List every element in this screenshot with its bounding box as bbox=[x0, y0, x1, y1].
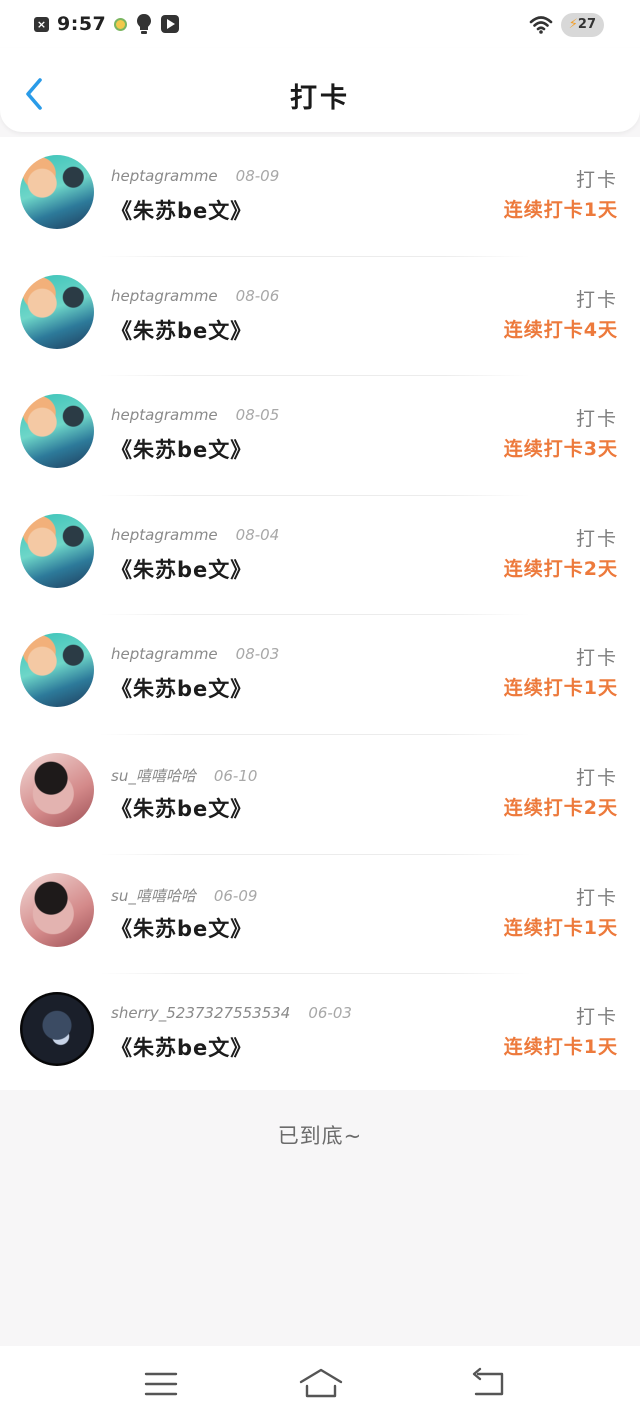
username[interactable]: heptagramme bbox=[111, 287, 218, 305]
video-app-icon bbox=[161, 15, 180, 33]
home-icon[interactable] bbox=[298, 1366, 344, 1402]
username[interactable]: su_嘻嘻哈哈 bbox=[111, 765, 196, 786]
streak-label: 连续打卡1天 bbox=[503, 916, 618, 939]
avatar[interactable] bbox=[20, 513, 94, 588]
checkin-action-label: 打卡 bbox=[575, 288, 618, 311]
wifi-icon bbox=[529, 16, 553, 34]
checkin-date: 08-04 bbox=[235, 525, 280, 544]
system-nav-bar bbox=[0, 1346, 640, 1422]
book-title: 《朱苏be文》 bbox=[111, 557, 253, 582]
user-line: heptagramme 08-05 bbox=[111, 406, 279, 424]
checkin-action-label: 打卡 bbox=[575, 647, 618, 670]
close-notification-icon: × bbox=[34, 16, 49, 32]
streak-label: 连续打卡4天 bbox=[503, 318, 618, 341]
app-notification-icon bbox=[114, 17, 128, 31]
checkin-row[interactable]: heptagramme 08-09 《朱苏be文》 打卡连续打卡1天 bbox=[0, 137, 640, 257]
checkin-row[interactable]: heptagramme 08-05 《朱苏be文》 打卡连续打卡3天 bbox=[0, 376, 640, 496]
checkin-row[interactable]: heptagramme 08-03 《朱苏be文》 打卡连续打卡1天 bbox=[0, 615, 640, 735]
book-title: 《朱苏be文》 bbox=[111, 199, 253, 223]
checkin-date: 06-10 bbox=[213, 767, 258, 785]
nav-header: 打卡 bbox=[0, 48, 640, 132]
user-line: heptagramme 08-04 bbox=[111, 526, 279, 544]
status-time: 9:57 bbox=[57, 13, 107, 35]
user-line: sherry_5237327553534 06-03 bbox=[111, 1004, 352, 1022]
user-line: su_嘻嘻哈哈 06-10 bbox=[111, 765, 257, 786]
book-title: 《朱苏be文》 bbox=[111, 916, 253, 941]
checkin-action-label: 打卡 bbox=[575, 886, 618, 909]
book-title: 《朱苏be文》 bbox=[111, 797, 253, 821]
avatar[interactable] bbox=[20, 155, 94, 229]
charging-icon: ⚡ bbox=[568, 17, 578, 32]
checkin-row[interactable]: heptagramme 08-04 《朱苏be文》 打卡连续打卡2天 bbox=[0, 496, 640, 616]
username[interactable]: su_嘻嘻哈哈 bbox=[111, 885, 196, 906]
end-of-list-text: 已到底~ bbox=[277, 1124, 363, 1148]
user-line: heptagramme 08-09 bbox=[111, 167, 279, 185]
checkin-action-label: 打卡 bbox=[575, 408, 618, 431]
checkin-date: 08-03 bbox=[235, 645, 280, 664]
streak-label: 连续打卡2天 bbox=[503, 797, 618, 819]
streak-label: 连续打卡2天 bbox=[503, 557, 618, 580]
book-title: 《朱苏be文》 bbox=[111, 1036, 253, 1061]
avatar[interactable] bbox=[20, 992, 94, 1067]
battery-level: 27 bbox=[577, 17, 596, 32]
streak-label: 连续打卡1天 bbox=[503, 677, 618, 700]
avatar[interactable] bbox=[20, 633, 94, 708]
user-line: heptagramme 08-06 bbox=[111, 287, 279, 305]
streak-label: 连续打卡3天 bbox=[503, 438, 618, 461]
avatar[interactable] bbox=[20, 753, 94, 827]
user-line: su_嘻嘻哈哈 06-09 bbox=[111, 885, 257, 906]
checkin-row[interactable]: su_嘻嘻哈哈 06-09 《朱苏be文》 打卡连续打卡1天 bbox=[0, 855, 640, 975]
checkin-row[interactable]: heptagramme 08-06 《朱苏be文》 打卡连续打卡4天 bbox=[0, 257, 640, 377]
book-title: 《朱苏be文》 bbox=[111, 677, 253, 702]
status-bar: × 9:57 ⚡27 bbox=[0, 0, 640, 48]
avatar[interactable] bbox=[20, 872, 94, 947]
status-left: × 9:57 bbox=[34, 12, 180, 36]
user-line: heptagramme 08-03 bbox=[111, 645, 279, 663]
checkin-list: heptagramme 08-09 《朱苏be文》 打卡 连续打卡1天 heptagram… bbox=[0, 137, 640, 1090]
checkin-row[interactable]: sherry_5237327553534 06-03 《朱苏be文》 打卡连续打卡1天 bbox=[0, 974, 640, 1094]
checkin-row[interactable]: su_嘻嘻哈哈 06-10 《朱苏be文》 打卡连续打卡2天 bbox=[0, 735, 640, 855]
streak-label: 连续打卡1天 bbox=[503, 1036, 618, 1059]
page-title: 打卡 bbox=[290, 83, 350, 114]
avatar[interactable] bbox=[20, 394, 94, 469]
return-icon[interactable] bbox=[468, 1366, 508, 1402]
battery-indicator: ⚡27 bbox=[560, 13, 604, 37]
username[interactable]: heptagramme bbox=[111, 526, 218, 544]
book-title: 《朱苏be文》 bbox=[111, 318, 253, 343]
checkin-date: 08-05 bbox=[235, 406, 280, 425]
username[interactable]: heptagramme bbox=[111, 167, 218, 185]
status-right: ⚡27 bbox=[529, 12, 604, 38]
checkin-date: 06-09 bbox=[213, 886, 258, 905]
checkin-date: 06-03 bbox=[308, 1004, 352, 1023]
checkin-action-label: 打卡 bbox=[575, 767, 618, 789]
checkin-action-label: 打卡 bbox=[575, 1006, 618, 1029]
lightbulb-icon bbox=[137, 14, 152, 34]
checkin-date: 08-09 bbox=[235, 167, 280, 185]
book-title: 《朱苏be文》 bbox=[111, 438, 253, 463]
menu-icon[interactable] bbox=[141, 1366, 181, 1402]
checkin-action-label: 打卡 bbox=[575, 169, 618, 191]
avatar[interactable] bbox=[20, 274, 94, 349]
username[interactable]: sherry_5237327553534 bbox=[111, 1004, 290, 1022]
checkin-action-label: 打卡 bbox=[575, 527, 618, 550]
username[interactable]: heptagramme bbox=[111, 645, 218, 663]
checkin-date: 08-06 bbox=[235, 286, 280, 305]
username[interactable]: heptagramme bbox=[111, 406, 218, 424]
streak-label: 连续打卡1天 bbox=[503, 199, 618, 221]
